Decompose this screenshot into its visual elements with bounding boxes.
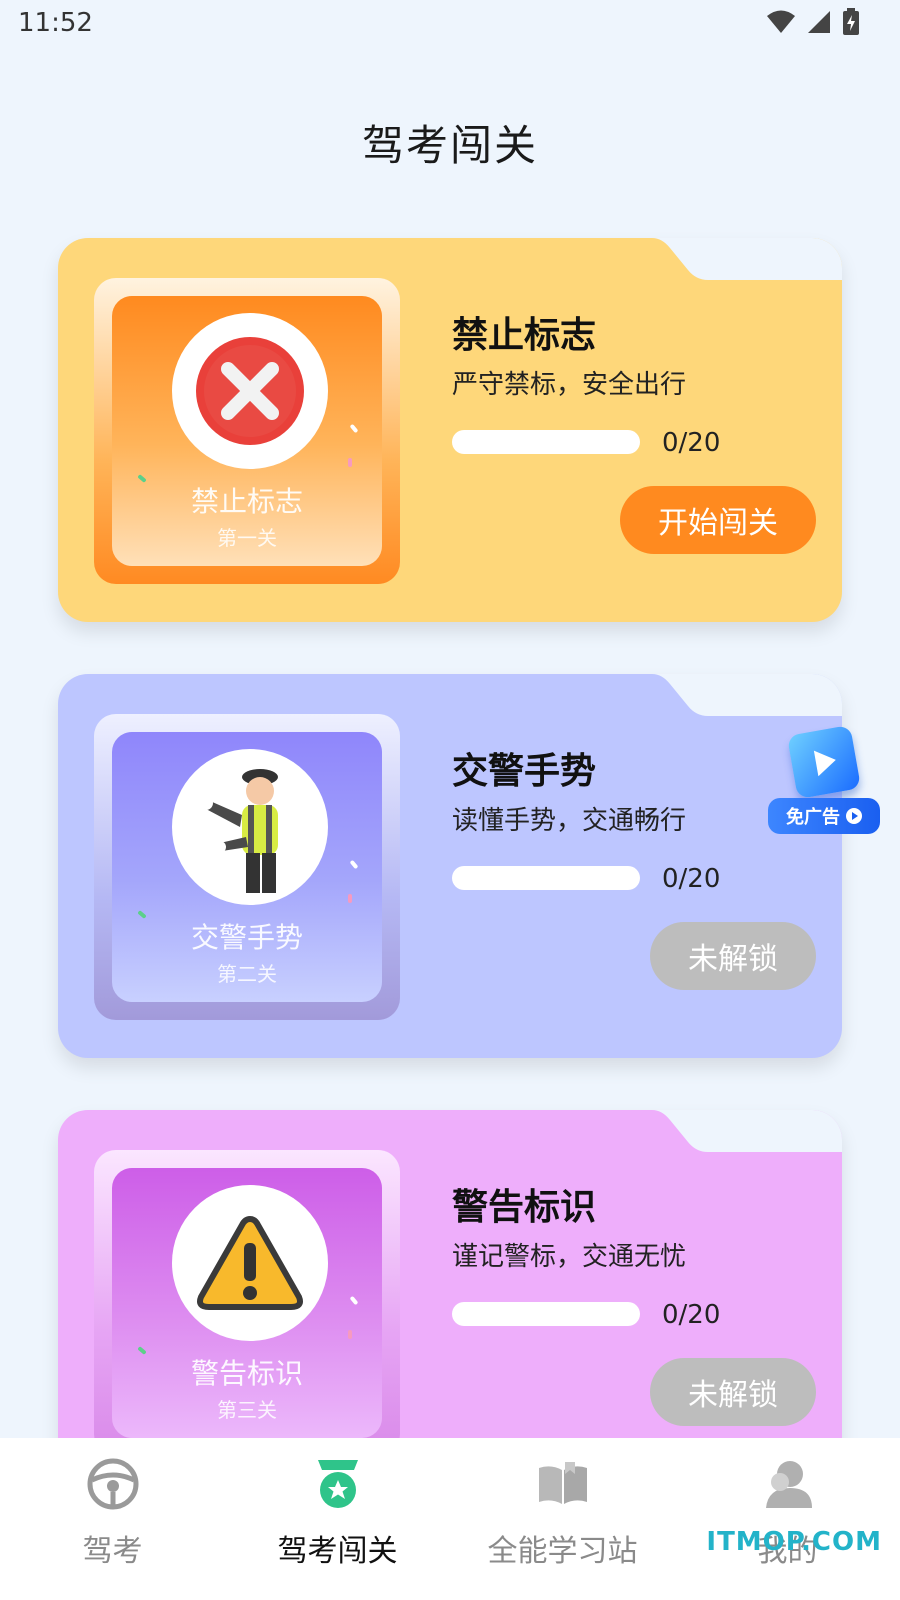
- tab-label: 驾考闯关: [277, 1534, 398, 1569]
- level-thumbnail[interactable]: 警告标识 第三关: [94, 1150, 400, 1456]
- confetti: [349, 423, 359, 434]
- warning-triangle-icon: [197, 1216, 303, 1310]
- thumbnail-inner: 禁止标志 第一关: [112, 296, 382, 566]
- thumbnail-title: 警告标识: [190, 1357, 303, 1390]
- bottom-tab-bar: 驾考 驾考闯关 全能学习站 我的: [0, 1438, 900, 1600]
- thumbnail-level: 第三关: [217, 1398, 277, 1422]
- level-card-1: 禁止标志 第一关 禁止标志 严守禁标，安全出行 0/20 开始闯关: [58, 238, 842, 622]
- page-title: 驾考闯关: [361, 121, 538, 170]
- locked-button[interactable]: 未解锁: [650, 922, 816, 990]
- medal-icon: [317, 1460, 358, 1508]
- status-bar: 11:52: [0, 0, 900, 52]
- status-time: 11:52: [18, 8, 93, 38]
- thumbnail-level: 第二关: [217, 962, 277, 986]
- play-icon: [846, 808, 862, 824]
- thumbnail-inner: 警告标识 第三关: [112, 1168, 382, 1438]
- thumbnail-icon-circle: [172, 749, 328, 905]
- progress-bar: [452, 866, 640, 890]
- level-thumbnail[interactable]: 禁止标志 第一关: [94, 278, 400, 584]
- ad-free-badge[interactable]: 免广告: [768, 724, 880, 840]
- level-title: 交警手势: [452, 751, 597, 792]
- tab-level-challenge[interactable]: 驾考闯关: [225, 1438, 450, 1600]
- video-cube-icon: [786, 724, 862, 800]
- open-book-icon: [538, 1462, 587, 1504]
- folder-notch: [632, 238, 842, 280]
- progress-text: 0/20: [662, 428, 721, 458]
- confetti: [349, 1295, 359, 1306]
- folder-notch: [632, 1110, 842, 1152]
- tab-label: 驾考: [82, 1534, 143, 1569]
- status-icons: [766, 8, 860, 36]
- thumbnail-icon-circle: [172, 1185, 328, 1341]
- level-title: 警告标识: [452, 1187, 597, 1228]
- signal-icon: [808, 11, 830, 33]
- traffic-police-icon: [199, 769, 278, 893]
- thumbnail-level: 第一关: [217, 526, 277, 550]
- level-card-3: 警告标识 第三关 警告标识 谨记警标，交通无忧 0/20 未解锁: [58, 1110, 842, 1494]
- level-card-2: 交警手势 第二关 交警手势 读懂手势，交通畅行 0/20 未解锁: [58, 674, 842, 1058]
- level-title: 禁止标志: [452, 315, 597, 356]
- wifi-icon: [767, 10, 795, 33]
- ad-free-label: 免广告: [786, 807, 840, 828]
- confetti: [348, 458, 352, 467]
- tab-mine[interactable]: 我的: [675, 1438, 900, 1600]
- confetti: [349, 859, 359, 870]
- tab-study-station[interactable]: 全能学习站: [450, 1438, 675, 1600]
- level-subtitle: 谨记警标，交通无忧: [452, 1242, 687, 1272]
- thumbnail-title: 交警手势: [190, 921, 303, 954]
- thumbnail-icon-circle: [172, 313, 328, 469]
- progress-bar: [452, 430, 640, 454]
- level-subtitle: 严守禁标，安全出行: [452, 370, 687, 400]
- locked-button[interactable]: 未解锁: [650, 1358, 816, 1426]
- progress-bar: [452, 1302, 640, 1326]
- steering-wheel-icon: [87, 1458, 138, 1510]
- confetti: [348, 1330, 352, 1339]
- level-thumbnail[interactable]: 交警手势 第二关: [94, 714, 400, 1020]
- progress-text: 0/20: [662, 864, 721, 894]
- tab-label: 全能学习站: [487, 1534, 638, 1569]
- thumbnail-title: 禁止标志: [190, 485, 303, 518]
- ad-free-label-wrap: 免广告: [768, 798, 880, 834]
- progress-text: 0/20: [662, 1300, 721, 1330]
- battery-icon: [843, 8, 859, 35]
- confetti: [348, 894, 352, 903]
- folder-notch: [632, 674, 842, 716]
- tab-driving-test[interactable]: 驾考: [0, 1438, 225, 1600]
- user-icon: [765, 1461, 812, 1508]
- level-subtitle: 读懂手势，交通畅行: [452, 806, 687, 836]
- no-entry-icon: [196, 337, 304, 445]
- watermark: ITMOP.COM: [706, 1527, 882, 1557]
- start-level-button[interactable]: 开始闯关: [620, 486, 816, 554]
- thumbnail-inner: 交警手势 第二关: [112, 732, 382, 1002]
